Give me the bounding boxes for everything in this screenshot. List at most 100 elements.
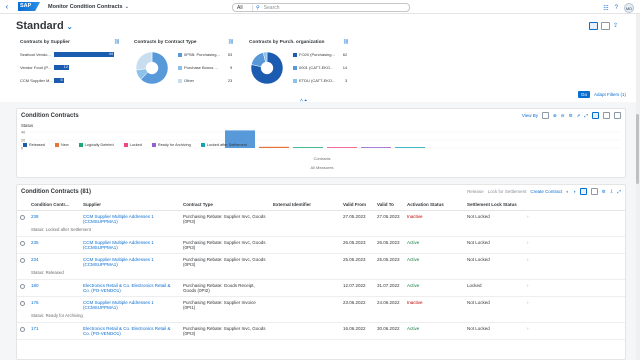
chart-view-icon[interactable] bbox=[592, 112, 599, 119]
settings-icon[interactable]: ⚙ bbox=[569, 113, 573, 119]
link-icon[interactable]: ⛓ bbox=[228, 40, 234, 45]
search-field[interactable]: All ⚲ Search bbox=[232, 3, 410, 12]
sap-logo[interactable]: SAP bbox=[18, 2, 40, 11]
column-header[interactable]: Valid To bbox=[374, 199, 404, 211]
link-icon[interactable]: ⛓ bbox=[114, 40, 120, 45]
contract-id-link[interactable]: 180 bbox=[31, 283, 39, 288]
table-row[interactable]: 238 CCM Supplier Multiple Addresses 1 (CC… bbox=[17, 211, 625, 228]
table-row[interactable]: 235 CCM Supplier Multiple Addresses 1 (CC… bbox=[17, 236, 625, 254]
bar[interactable]: 44 bbox=[54, 52, 114, 57]
share-icon[interactable]: ⇗ bbox=[577, 113, 581, 119]
supplier-bar-row[interactable]: Vendor Food (P... 12 bbox=[20, 64, 120, 71]
row-select-radio[interactable] bbox=[20, 301, 25, 306]
table-row[interactable]: 180 Electronics Retail & Co. Electronics … bbox=[17, 279, 625, 297]
legend-item[interactable]: ETDU (CATT-EKO... 3 bbox=[293, 78, 347, 83]
column-header[interactable]: External Identifier bbox=[270, 199, 340, 211]
column-header[interactable]: Contract Type bbox=[180, 199, 270, 211]
row-select-radio[interactable] bbox=[20, 284, 25, 289]
status-bar[interactable] bbox=[293, 147, 323, 148]
column-header[interactable]: Condition Contr... bbox=[28, 199, 80, 211]
row-navigation-icon[interactable]: › bbox=[527, 283, 529, 288]
row-select-radio[interactable] bbox=[20, 215, 25, 220]
row-select-radio[interactable] bbox=[20, 241, 25, 246]
row-navigation-icon[interactable]: › bbox=[527, 326, 529, 331]
supplier-link[interactable]: CCM Supplier Multiple Addresses 1 (CCMSU… bbox=[83, 257, 154, 267]
supplier-link[interactable]: CCM Supplier Multiple Addresses 1 (CCMSU… bbox=[83, 300, 154, 310]
view-by-button[interactable]: View By bbox=[522, 113, 538, 118]
row-navigation-icon[interactable]: › bbox=[527, 300, 529, 305]
hide-details-icon[interactable]: ◑ bbox=[573, 189, 576, 194]
supplier-link[interactable]: CCM Supplier Multiple Addresses 1 (CCMSU… bbox=[83, 240, 154, 250]
lock-for-settlement-button[interactable]: Lock for Settlement bbox=[488, 189, 527, 194]
donut-chart-type[interactable] bbox=[134, 50, 170, 86]
row-navigation-icon[interactable]: › bbox=[527, 257, 529, 262]
visual-filter-toggle-icon[interactable] bbox=[589, 22, 598, 30]
chart-legend-item[interactable]: Locked after Settlement bbox=[200, 143, 247, 147]
sort-icon[interactable] bbox=[579, 188, 587, 195]
bar[interactable]: 5 bbox=[54, 78, 64, 83]
supplier-bar-row[interactable]: Seafood Vendo... 44 bbox=[20, 51, 120, 58]
supplier-link[interactable]: CCM Supplier Multiple Addresses 1 (CCMSU… bbox=[83, 214, 154, 224]
group-icon[interactable] bbox=[590, 188, 598, 195]
details-icon[interactable] bbox=[542, 112, 549, 119]
chart-legend-item[interactable]: Ready for Archiving bbox=[151, 143, 191, 147]
legend-item[interactable]: 0001 (CATT-EKO... 14 bbox=[293, 65, 347, 70]
legend-item[interactable]: 0PSB: Purchasing... 53 bbox=[178, 52, 232, 57]
contract-id-link[interactable]: 234 bbox=[31, 257, 39, 262]
row-navigation-icon[interactable]: › bbox=[527, 240, 529, 245]
avatar[interactable]: MD bbox=[624, 3, 634, 13]
search-input[interactable]: Search bbox=[260, 5, 280, 11]
legend-item[interactable]: FO20 (Purchasing... 62 bbox=[293, 52, 347, 57]
card-contracts-by-purch-org[interactable]: Contracts by Purch. organization ⛓ FO20 (… bbox=[249, 40, 349, 85]
status-bar[interactable] bbox=[327, 147, 357, 148]
chart-legend-item[interactable]: New bbox=[55, 143, 69, 147]
contract-id-link[interactable]: 235 bbox=[31, 240, 39, 245]
fullscreen-icon[interactable]: ⤢ bbox=[617, 189, 621, 194]
contract-id-link[interactable]: 238 bbox=[31, 214, 39, 219]
donut-slice[interactable] bbox=[135, 51, 153, 71]
release-button[interactable]: Release bbox=[467, 189, 484, 194]
share-icon[interactable]: ⇪ bbox=[613, 22, 622, 30]
chart-table-view-icon[interactable] bbox=[614, 112, 621, 119]
card-contracts-by-supplier[interactable]: Contracts by Supplier ⛓ Seafood Vendo... 4… bbox=[20, 40, 120, 84]
supplier-bar-row[interactable]: CCM Supplier M... 5 bbox=[20, 77, 120, 84]
search-scope-select[interactable]: All bbox=[233, 4, 253, 11]
adapt-filters-button[interactable]: Adapt Filters (1) bbox=[594, 92, 626, 97]
donut-chart-org[interactable] bbox=[249, 50, 285, 86]
row-select-radio[interactable] bbox=[20, 327, 25, 332]
table-row[interactable]: 234 CCM Supplier Multiple Addresses 1 (CC… bbox=[17, 254, 625, 271]
table-row[interactable]: 176 CCM Supplier Multiple Addresses 1 (CC… bbox=[17, 297, 625, 314]
supplier-link[interactable]: Electronics Retail & Co. Electronics Ret… bbox=[83, 283, 171, 293]
status-bar[interactable] bbox=[361, 147, 391, 148]
chart-legend-item[interactable]: Released bbox=[23, 143, 45, 147]
notifications-icon[interactable]: ☷ bbox=[603, 5, 608, 12]
bar[interactable]: 12 bbox=[54, 65, 69, 70]
row-navigation-icon[interactable]: › bbox=[527, 214, 529, 219]
link-icon[interactable]: ⛓ bbox=[343, 40, 349, 45]
legend-item[interactable]: Other 23 bbox=[178, 78, 232, 83]
export-icon[interactable]: ⇩ bbox=[610, 189, 614, 195]
scrollbar-thumb[interactable] bbox=[636, 114, 639, 184]
collapse-header-icon[interactable]: ˄ ⌖ bbox=[300, 98, 307, 104]
column-header[interactable]: Activation Status bbox=[404, 199, 464, 211]
go-button[interactable]: Go bbox=[577, 91, 590, 98]
card-contracts-by-type[interactable]: Contracts by Contract Type ⛓ 0PSB: Purcha… bbox=[134, 40, 234, 85]
fullscreen-icon[interactable]: ⤢ bbox=[584, 113, 588, 118]
table-row[interactable]: 171 Electronics Retail & Co. Electronics … bbox=[17, 322, 625, 340]
supplier-link[interactable]: Electronics Retail & Co. Electronics Ret… bbox=[83, 326, 171, 336]
page-scrollbar[interactable] bbox=[636, 14, 640, 360]
column-header[interactable]: Valid From bbox=[340, 199, 374, 211]
column-header[interactable]: Settlement Lock Status bbox=[464, 199, 524, 211]
column-header[interactable]: Supplier bbox=[80, 199, 180, 211]
donut-slice[interactable] bbox=[251, 52, 266, 67]
status-bar[interactable] bbox=[395, 147, 425, 148]
variant-selector[interactable]: Standard ⌄ bbox=[16, 20, 73, 32]
row-select-radio[interactable] bbox=[20, 258, 25, 263]
show-details-icon[interactable]: ◐ bbox=[566, 189, 569, 194]
app-title[interactable]: Monitor Condition Contracts ⌄ bbox=[48, 4, 129, 10]
settings-icon[interactable]: ⚙ bbox=[602, 189, 606, 195]
legend-item[interactable]: Purchase Bonus ... 9 bbox=[178, 65, 232, 70]
back-icon[interactable]: ‹ bbox=[0, 2, 14, 11]
contract-id-link[interactable]: 171 bbox=[31, 326, 39, 331]
contract-id-link[interactable]: 176 bbox=[31, 300, 39, 305]
